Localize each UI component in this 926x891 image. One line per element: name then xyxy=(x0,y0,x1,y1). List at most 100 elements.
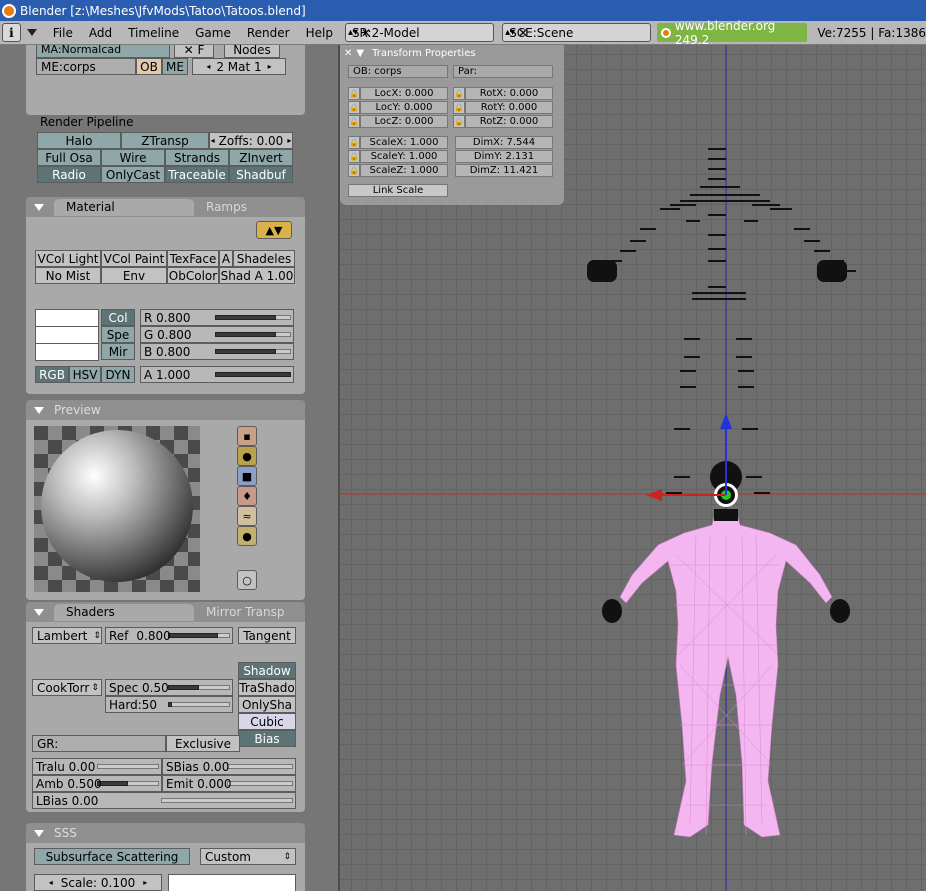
collapse-triangle-icon[interactable] xyxy=(34,406,44,414)
material-panel-header[interactable]: Material Ramps xyxy=(26,197,305,217)
scalez-field[interactable]: ScaleZ: 1.000 xyxy=(360,164,448,177)
lock-rotx-icon[interactable]: 🔒 xyxy=(453,87,465,100)
cubic-button[interactable]: Cubic xyxy=(238,713,296,730)
emit-slider[interactable]: Emit 0.000 xyxy=(162,775,296,792)
hsv-button[interactable]: HSV xyxy=(69,366,101,383)
dyn-button[interactable]: DYN xyxy=(101,366,135,383)
menu-help[interactable]: Help xyxy=(298,26,341,40)
preview-monkey-icon[interactable]: ♦ xyxy=(237,486,257,506)
tab-ramps[interactable]: Ramps xyxy=(194,199,259,216)
screen-name[interactable]: SR:2-Model xyxy=(348,26,420,40)
trashadow-button[interactable]: TraShado xyxy=(238,679,296,696)
link-scale-button[interactable]: Link Scale xyxy=(348,184,448,197)
color-swatch-spe[interactable] xyxy=(35,326,99,344)
lock-scalez-icon[interactable]: 🔒 xyxy=(348,164,360,177)
transform-properties-header[interactable]: ✕ ▼ Transform Properties xyxy=(340,45,564,62)
hard-slider[interactable]: Hard:50 xyxy=(105,696,233,713)
halo-button[interactable]: Halo xyxy=(37,132,121,149)
lock-roty-icon[interactable]: 🔒 xyxy=(453,101,465,114)
lock-locx-icon[interactable]: 🔒 xyxy=(348,87,360,100)
subsurface-scattering-button[interactable]: Subsurface Scattering xyxy=(34,848,190,865)
lock-scaley-icon[interactable]: 🔒 xyxy=(348,150,360,163)
preview-panel-header[interactable]: Preview xyxy=(26,400,305,420)
scaley-field[interactable]: ScaleY: 1.000 xyxy=(360,150,448,163)
spe-button[interactable]: Spe xyxy=(101,326,135,343)
color-swatch-mir[interactable] xyxy=(35,343,99,361)
roty-field[interactable]: RotY: 0.000 xyxy=(465,101,553,114)
lock-locz-icon[interactable]: 🔒 xyxy=(348,115,360,128)
b-slider[interactable]: B 0.800 xyxy=(140,343,294,360)
diffuse-shader-dropdown[interactable]: Lambert ⇕ xyxy=(32,627,102,644)
collapse-triangle-icon[interactable] xyxy=(34,203,44,211)
dimz-field[interactable]: DimZ: 11.421 xyxy=(455,164,553,177)
shadbuf-button[interactable]: Shadbuf xyxy=(229,166,293,183)
traceable-button[interactable]: Traceable xyxy=(165,166,229,183)
dimx-field[interactable]: DimX: 7.544 xyxy=(455,136,553,149)
ref-slider[interactable]: Ref 0.800 xyxy=(105,627,233,644)
locy-field[interactable]: LocY: 0.000 xyxy=(360,101,448,114)
ztransp-button[interactable]: ZTransp xyxy=(121,132,209,149)
nomist-button[interactable]: No Mist xyxy=(35,267,101,284)
collapse-menu-icon[interactable] xyxy=(26,29,37,36)
dimy-field[interactable]: DimY: 2.131 xyxy=(455,150,553,163)
obcolor-button[interactable]: ObColor xyxy=(167,267,219,284)
zoffs-field[interactable]: ◂ Zoffs: 0.00 ▸ xyxy=(209,132,293,149)
collapse-triangle-icon[interactable]: ▼ xyxy=(356,48,364,59)
tab-mirror-transp[interactable]: Mirror Transp xyxy=(194,604,297,621)
preview-sphere-icon[interactable]: ● xyxy=(237,446,257,466)
lbias-slider[interactable]: LBias 0.00 xyxy=(32,792,296,809)
material-users-field[interactable]: ✕ F xyxy=(174,45,214,58)
link-ob-button[interactable]: OB xyxy=(136,58,162,75)
close-icon[interactable]: ✕ xyxy=(344,48,352,59)
3d-viewport[interactable]: ✕ ▼ Transform Properties OB: corps Par: … xyxy=(340,45,926,891)
locz-field[interactable]: LocZ: 0.000 xyxy=(360,115,448,128)
parent-field[interactable]: Par: xyxy=(453,65,553,78)
color-swatch-col[interactable] xyxy=(35,309,99,327)
spec-slider[interactable]: Spec 0.50 xyxy=(105,679,233,696)
rgb-button[interactable]: RGB xyxy=(35,366,69,383)
vcol-light-button[interactable]: VCol Light xyxy=(35,250,101,267)
tab-shaders[interactable]: Shaders xyxy=(54,603,194,621)
fullosa-button[interactable]: Full Osa xyxy=(37,149,101,166)
collapse-triangle-icon[interactable] xyxy=(34,829,44,837)
tab-material[interactable]: Material xyxy=(54,198,194,216)
env-button[interactable]: Env xyxy=(101,267,167,284)
sss-color-swatch[interactable] xyxy=(168,874,296,891)
material-index-field[interactable]: ◂ 2 Mat 1 ▸ xyxy=(192,58,286,75)
strands-button[interactable]: Strands xyxy=(165,149,229,166)
shadow-button[interactable]: Shadow xyxy=(238,662,296,679)
shadeless-button[interactable]: Shadeles xyxy=(233,250,295,267)
texface-alpha-button[interactable]: A xyxy=(219,250,233,267)
onlyshadow-button[interactable]: OnlySha xyxy=(238,696,296,713)
r-slider[interactable]: R 0.800 xyxy=(140,309,294,326)
alpha-slider[interactable]: A 1.000 xyxy=(140,366,294,383)
rotx-field[interactable]: RotX: 0.000 xyxy=(465,87,553,100)
preview-hair-icon[interactable]: ≈ xyxy=(237,506,257,526)
lock-scalex-icon[interactable]: 🔒 xyxy=(348,136,360,149)
collapse-triangle-icon[interactable] xyxy=(34,608,44,616)
mesh-name-field[interactable]: ME:corps xyxy=(36,58,136,75)
tangent-button[interactable]: Tangent xyxy=(238,627,296,644)
g-slider[interactable]: G 0.800 xyxy=(140,326,294,343)
sss-panel-header[interactable]: SSS xyxy=(26,823,305,843)
preview-cube-icon[interactable]: ■ xyxy=(237,466,257,486)
texface-button[interactable]: TexFace xyxy=(167,250,219,267)
onlycast-button[interactable]: OnlyCast xyxy=(101,166,165,183)
sbias-slider[interactable]: SBias 0.00 xyxy=(162,758,296,775)
menu-render[interactable]: Render xyxy=(239,26,298,40)
material-name-field[interactable]: MA:Normalcad xyxy=(36,45,170,58)
sss-preset-dropdown[interactable]: Custom ⇕ xyxy=(200,848,296,865)
blender-url-badge[interactable]: www.blender.org 249.2 xyxy=(657,19,808,47)
bias-button[interactable]: Bias xyxy=(238,730,296,747)
tralu-slider[interactable]: Tralu 0.00 xyxy=(32,758,162,775)
amb-slider[interactable]: Amb 0.500 xyxy=(32,775,162,792)
col-button[interactable]: Col xyxy=(101,309,135,326)
object-name-field[interactable]: OB: corps xyxy=(348,65,448,78)
scalex-field[interactable]: ScaleX: 1.000 xyxy=(360,136,448,149)
shaders-panel-header[interactable]: Shaders Mirror Transp xyxy=(26,602,305,622)
preview-plane-icon[interactable]: ▪ xyxy=(237,426,257,446)
scene-name[interactable]: SCE:Scene xyxy=(505,26,573,40)
menu-timeline[interactable]: Timeline xyxy=(120,26,187,40)
menu-file[interactable]: File xyxy=(45,26,81,40)
menu-game[interactable]: Game xyxy=(187,26,239,40)
